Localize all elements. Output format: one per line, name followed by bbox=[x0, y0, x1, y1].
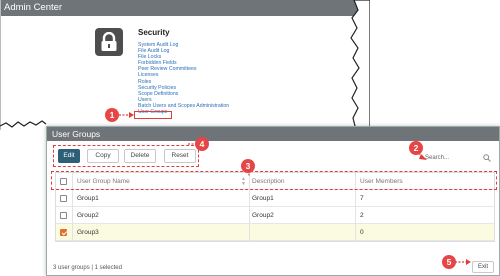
table-row[interactable]: Group2 Group2 2 bbox=[56, 207, 494, 224]
callout-connector-4 bbox=[188, 143, 197, 145]
callout-arrow-2 bbox=[415, 150, 427, 160]
admin-center-title: Admin Center bbox=[1, 0, 361, 16]
row-checkbox[interactable] bbox=[60, 212, 67, 219]
selection-status: 3 user groups | 1 selected bbox=[53, 265, 122, 271]
user-groups-dialog: User Groups Edit Copy Delete Reset Searc… bbox=[46, 126, 500, 276]
row-checkbox[interactable] bbox=[60, 195, 67, 202]
reset-button[interactable]: Reset bbox=[164, 149, 196, 163]
security-section-title: Security bbox=[138, 28, 170, 37]
security-links: System Audit Log File Audit Log File Loc… bbox=[138, 42, 229, 115]
edit-button[interactable]: Edit bbox=[58, 149, 80, 163]
callout-arrow-1 bbox=[119, 112, 134, 118]
torn-edge-bottom bbox=[0, 120, 47, 128]
lock-icon bbox=[95, 28, 123, 56]
group-description bbox=[252, 224, 352, 241]
group-members: 7 bbox=[360, 195, 364, 202]
callout-badge-5: 5 bbox=[442, 255, 456, 269]
group-name: Group1 bbox=[77, 195, 99, 202]
user-groups-highlight bbox=[134, 111, 172, 119]
delete-button[interactable]: Delete bbox=[124, 149, 156, 163]
exit-button[interactable]: Exit bbox=[472, 261, 494, 273]
group-name: Group2 bbox=[77, 212, 99, 219]
table-row[interactable]: Group1 Group1 7 bbox=[56, 190, 494, 207]
callout-connector-3 bbox=[248, 170, 250, 177]
group-description: Group2 bbox=[252, 212, 274, 219]
copy-button[interactable]: Copy bbox=[87, 149, 119, 163]
table-row-selected[interactable]: Group3 0 bbox=[56, 224, 494, 241]
callout-badge-1: 1 bbox=[105, 108, 119, 122]
callout-arrow-5 bbox=[455, 259, 471, 265]
torn-edge-right bbox=[350, 0, 370, 130]
user-groups-title: User Groups bbox=[47, 127, 499, 141]
group-description: Group1 bbox=[252, 195, 274, 202]
group-members: 2 bbox=[360, 212, 364, 219]
group-name: Group3 bbox=[77, 229, 99, 236]
search-icon[interactable] bbox=[483, 154, 491, 162]
row-checkbox-checked[interactable] bbox=[60, 229, 67, 236]
column-header-highlight bbox=[51, 171, 497, 190]
admin-center-window: Admin Center Security System Audit Log F… bbox=[0, 0, 361, 130]
search-input[interactable]: Search... bbox=[425, 152, 493, 164]
group-members: 0 bbox=[360, 229, 364, 236]
